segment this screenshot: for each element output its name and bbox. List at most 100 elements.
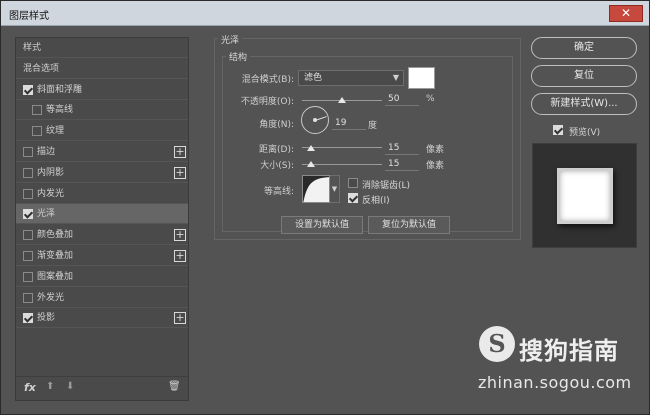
style-item-label: 纹理 <box>46 126 65 137</box>
style-item-12[interactable]: 外发光 <box>16 288 188 308</box>
style-item-checkbox[interactable] <box>32 126 42 137</box>
style-item-checkbox[interactable] <box>23 209 33 220</box>
style-item-2[interactable]: 斜面和浮雕 <box>16 80 188 100</box>
reset-to-default-button[interactable]: 复位为默认值 <box>368 216 450 234</box>
angle-label: 角度(N): <box>259 120 294 130</box>
style-item-checkbox[interactable] <box>23 271 33 282</box>
style-item-label: 描边 <box>37 147 56 157</box>
add-effect-icon[interactable]: + <box>174 146 186 158</box>
style-item-11[interactable]: 图案叠加 <box>16 267 188 287</box>
style-item-checkbox[interactable] <box>23 251 33 261</box>
style-item-checkbox[interactable] <box>23 167 33 178</box>
contour-dropdown-chevron-icon[interactable]: ▼ <box>330 175 340 203</box>
style-item-checkbox[interactable] <box>23 84 33 95</box>
contour-preview[interactable] <box>302 175 330 203</box>
satin-settings: 光泽 结构 混合模式(B): 滤色 ▼ 不透明度(O): 50 % 角度(N):… <box>214 33 521 403</box>
style-item-label: 颜色叠加 <box>37 230 74 241</box>
style-item-8[interactable]: 光泽 <box>16 204 188 225</box>
layer-style-dialog: 图层样式 ✕ 样式 混合选项 斜面和浮雕 等高线 纹理 描边 + 内阴影 + 内发光 光泽 颜色叠加 +… <box>0 0 650 415</box>
style-item-1[interactable]: 混合选项 <box>16 59 188 79</box>
style-item-checkbox[interactable] <box>23 230 33 241</box>
styles-list-toolbar: fx ⬆ ⬇ 🗑 <box>16 376 188 400</box>
distance-input[interactable]: 15 <box>385 141 419 155</box>
satin-group-title: 光泽 <box>218 33 243 46</box>
style-item-label: 样式 <box>23 43 42 53</box>
preview-square <box>557 168 613 224</box>
style-item-6[interactable]: 内阴影 + <box>16 163 188 183</box>
style-item-9[interactable]: 颜色叠加 + <box>16 225 188 246</box>
chevron-down-icon: ▼ <box>392 73 399 82</box>
style-item-label: 外发光 <box>37 292 65 303</box>
structure-group-title: 结构 <box>226 50 251 63</box>
style-item-checkbox[interactable] <box>23 292 33 303</box>
close-button[interactable]: ✕ <box>609 5 643 22</box>
size-input[interactable]: 15 <box>385 157 419 171</box>
style-item-checkbox[interactable] <box>23 188 33 199</box>
add-effect-icon[interactable]: + <box>174 312 186 325</box>
styles-list: 样式混合选项斜面和浮雕等高线纹理描边 + 内阴影 + 内发光光泽颜色叠加 + 渐变叠加 + 图案… <box>15 37 189 401</box>
style-item-10[interactable]: 渐变叠加 + <box>16 246 188 266</box>
opacity-slider-thumb[interactable] <box>338 97 346 103</box>
angle-unit: 度 <box>368 121 378 131</box>
distance-slider-thumb[interactable] <box>307 145 315 151</box>
style-item-3[interactable]: 等高线 <box>16 100 188 121</box>
style-item-label: 等高线 <box>46 105 74 116</box>
fx-icon[interactable]: fx <box>24 381 36 394</box>
style-item-label: 内发光 <box>37 188 65 199</box>
preview-label: 预览(V) <box>569 128 601 138</box>
trash-icon[interactable]: 🗑 <box>168 381 181 392</box>
contour-label: 等高线: <box>263 187 294 197</box>
style-item-checkbox[interactable] <box>23 147 33 157</box>
add-effect-icon[interactable]: + <box>174 250 186 262</box>
move-down-icon[interactable]: ⬇ <box>66 381 74 392</box>
style-item-4[interactable]: 纹理 <box>16 121 188 142</box>
style-item-label: 渐变叠加 <box>37 251 74 261</box>
style-item-label: 内阴影 <box>37 167 65 178</box>
style-item-0[interactable]: 样式 <box>16 38 188 58</box>
blend-mode-select[interactable]: 滤色 ▼ <box>298 70 404 86</box>
make-default-button[interactable]: 设置为默认值 <box>281 216 363 234</box>
add-effect-icon[interactable]: + <box>174 166 186 179</box>
angle-dial-needle <box>315 116 327 121</box>
invert-label: 反相(I) <box>362 196 390 206</box>
opacity-unit: % <box>426 94 435 104</box>
antialias-checkbox[interactable] <box>348 178 358 188</box>
preview-checkbox[interactable] <box>553 125 563 135</box>
add-effect-icon[interactable]: + <box>174 229 186 242</box>
angle-input[interactable]: 19 <box>332 116 366 130</box>
style-item-13[interactable]: 投影 + <box>16 308 188 329</box>
style-item-7[interactable]: 内发光 <box>16 184 188 204</box>
style-item-label: 投影 <box>37 313 56 324</box>
opacity-label: 不透明度(O): <box>240 97 294 107</box>
satin-color-swatch[interactable] <box>408 67 435 89</box>
blend-mode-label: 混合模式(B): <box>241 75 294 85</box>
antialias-label: 消除锯齿(L) <box>362 181 411 191</box>
title-bar: 图层样式 ✕ <box>1 1 649 26</box>
style-item-label: 混合选项 <box>23 63 60 74</box>
style-item-checkbox[interactable] <box>23 313 33 324</box>
contour-curve-icon <box>303 177 329 202</box>
opacity-input[interactable]: 50 <box>385 92 419 106</box>
style-item-label: 光泽 <box>37 209 56 220</box>
size-slider-thumb[interactable] <box>307 161 315 167</box>
size-unit: 像素 <box>426 161 445 171</box>
reset-button[interactable]: 复位 <box>531 65 637 87</box>
blend-mode-value: 滤色 <box>304 73 323 83</box>
dialog-title: 图层样式 <box>9 11 49 22</box>
style-preview <box>532 143 637 248</box>
size-label: 大小(S): <box>260 161 294 171</box>
move-up-icon[interactable]: ⬆ <box>46 381 54 392</box>
style-item-checkbox[interactable] <box>32 105 42 116</box>
sogou-logo-icon: S <box>479 326 515 362</box>
style-item-5[interactable]: 描边 + <box>16 142 188 162</box>
invert-checkbox[interactable] <box>348 193 358 203</box>
distance-label: 距离(D): <box>259 145 294 155</box>
watermark-brand: 搜狗指南 <box>519 337 619 365</box>
watermark-url: zhinan.sogou.com <box>478 373 632 392</box>
style-item-label: 图案叠加 <box>37 271 74 282</box>
angle-dial[interactable] <box>301 106 329 134</box>
distance-unit: 像素 <box>426 145 445 155</box>
ok-button[interactable]: 确定 <box>531 37 637 59</box>
style-item-label: 斜面和浮雕 <box>37 84 83 95</box>
new-style-button[interactable]: 新建样式(W)... <box>531 93 637 115</box>
